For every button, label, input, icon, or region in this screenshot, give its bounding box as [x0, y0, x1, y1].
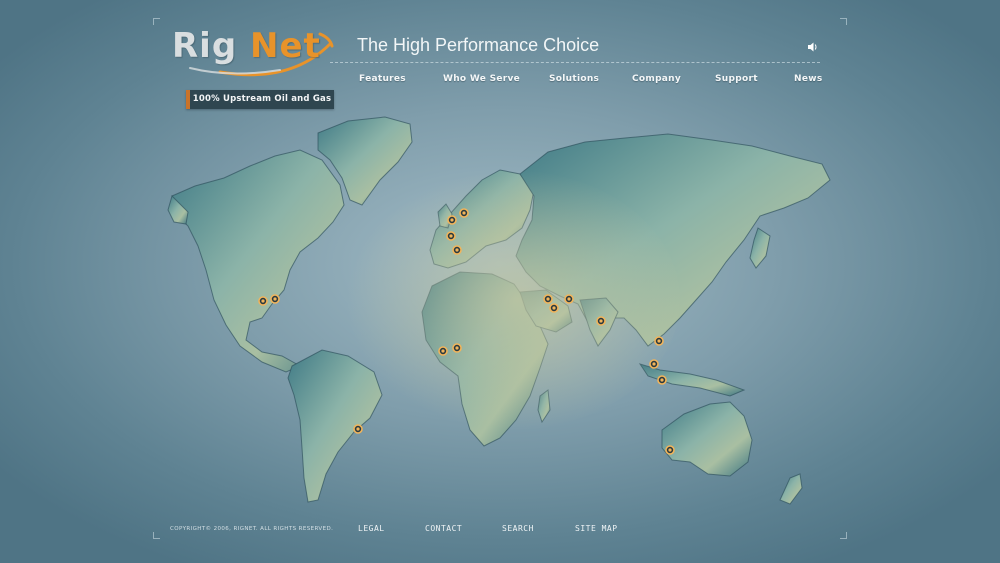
upstream-badge: 100% Upstream Oil and Gas: [186, 90, 334, 109]
tagline: The High Performance Choice: [357, 35, 600, 55]
office-marker-mediterranean[interactable]: [452, 245, 462, 255]
indonesia-shape: [638, 363, 746, 397]
header-divider: [330, 62, 820, 63]
office-marker-middle-east-1[interactable]: [543, 294, 553, 304]
office-marker-middle-east-3[interactable]: [564, 294, 574, 304]
main-nav: Features Who We Serve Solutions Company …: [0, 74, 1000, 88]
map-glow: [340, 170, 680, 430]
nav-company[interactable]: Company: [632, 74, 681, 84]
office-marker-india[interactable]: [596, 316, 606, 326]
rignet-logo[interactable]: Rig Net: [170, 22, 340, 78]
office-marker-middle-east-2[interactable]: [549, 303, 559, 313]
japan-shape: [749, 227, 771, 269]
footer-search-link[interactable]: SEARCH: [502, 524, 534, 533]
office-marker-houston-1[interactable]: [258, 296, 268, 306]
footer-site-map-link[interactable]: SITE MAP: [575, 524, 618, 533]
australia-shape: [661, 401, 753, 477]
nav-solutions[interactable]: Solutions: [549, 74, 599, 84]
office-marker-aberdeen[interactable]: [446, 231, 456, 241]
office-marker-southeast-asia-1[interactable]: [654, 336, 664, 346]
badge-label: 100% Upstream Oil and Gas: [192, 94, 332, 104]
north-america-shape: [171, 149, 345, 373]
office-marker-houston-2[interactable]: [270, 294, 280, 304]
south-america-shape: [287, 349, 383, 503]
office-marker-west-africa-2[interactable]: [452, 343, 462, 353]
office-marker-southeast-asia-3[interactable]: [657, 375, 667, 385]
nav-support[interactable]: Support: [715, 74, 758, 84]
footer-legal-link[interactable]: LEGAL: [358, 524, 385, 533]
copyright-text: COPYRIGHT© 2006, RIGNET. ALL RIGHTS RESE…: [170, 526, 334, 532]
footer-contact-link[interactable]: CONTACT: [425, 524, 462, 533]
office-marker-brazil[interactable]: [353, 424, 363, 434]
office-marker-australia[interactable]: [665, 445, 675, 455]
nav-news[interactable]: News: [794, 74, 823, 84]
office-marker-north-sea-1[interactable]: [447, 215, 457, 225]
speaker-icon[interactable]: [807, 41, 821, 53]
nav-features[interactable]: Features: [359, 74, 406, 84]
nav-who-we-serve[interactable]: Who We Serve: [443, 74, 520, 84]
logo-text-net: Net: [250, 26, 321, 66]
new-zealand-shape: [779, 473, 803, 505]
office-marker-west-africa-1[interactable]: [438, 346, 448, 356]
logo-text-rig: Rig: [172, 26, 238, 66]
office-marker-southeast-asia-2[interactable]: [649, 359, 659, 369]
office-marker-north-sea-2[interactable]: [459, 208, 469, 218]
